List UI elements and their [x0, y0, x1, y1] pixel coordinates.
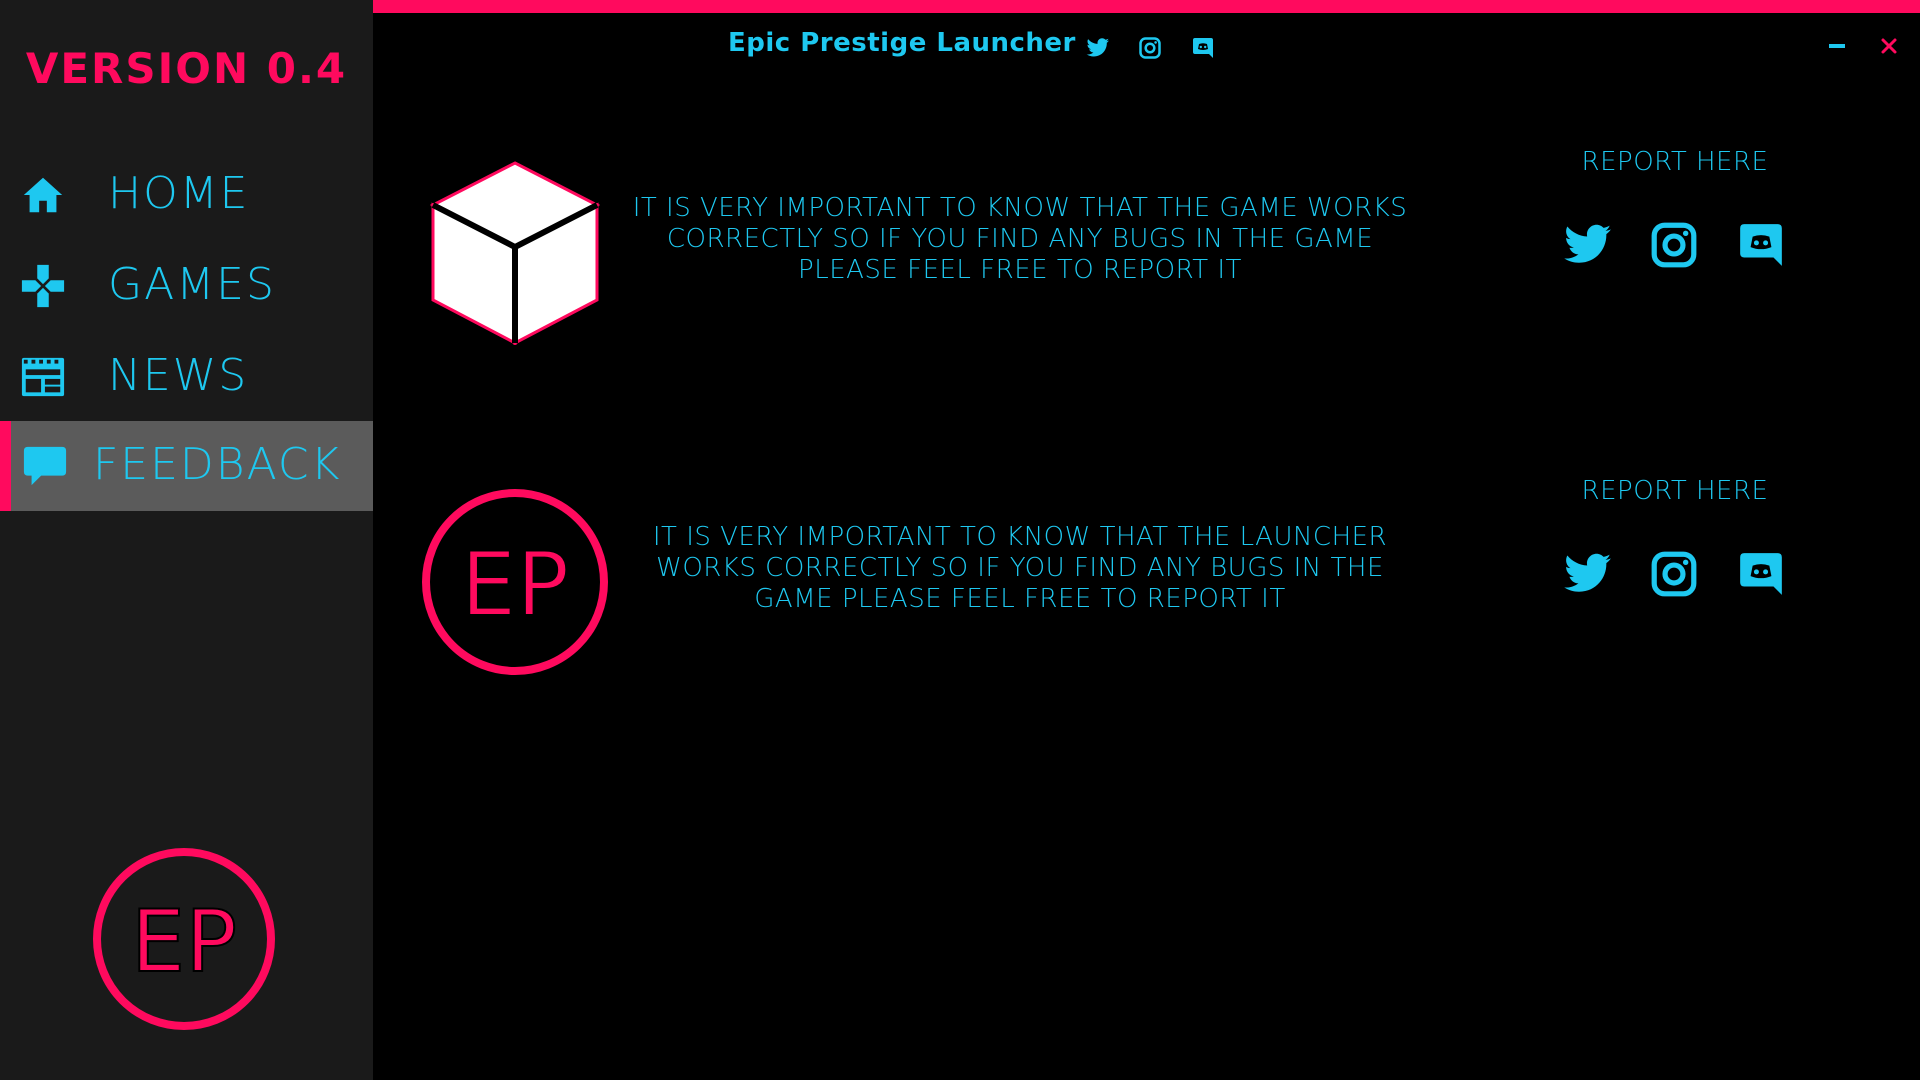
- top-accent-bar: [373, 0, 1920, 13]
- sidebar-item-feedback[interactable]: FEEDBACK: [0, 421, 373, 511]
- sidebar-item-label: GAMES: [108, 259, 276, 310]
- twitter-icon[interactable]: [1563, 220, 1613, 270]
- sidebar-item-home[interactable]: HOME: [0, 150, 373, 240]
- chat-bubble-icon: [23, 446, 67, 486]
- discord-icon[interactable]: [1191, 36, 1215, 60]
- sidebar: VERSION 0.4 HOME GAMES NEWS FEEDBACK EP: [0, 0, 373, 1080]
- svg-text:EP: EP: [131, 892, 237, 992]
- sidebar-item-label: NEWS: [108, 350, 249, 401]
- report-here-label: REPORT HERE: [1581, 147, 1769, 177]
- svg-text:EP: EP: [461, 533, 570, 636]
- feedback-game-text: IT IS VERY IMPORTANT TO KNOW THAT THE GA…: [632, 193, 1408, 285]
- active-indicator: [0, 421, 11, 511]
- discord-icon[interactable]: [1736, 549, 1786, 599]
- sidebar-item-news[interactable]: NEWS: [0, 332, 373, 422]
- minimize-icon[interactable]: [1823, 32, 1851, 60]
- discord-icon[interactable]: [1736, 220, 1786, 270]
- app-title: Epic Prestige Launcher: [728, 28, 1076, 58]
- sidebar-item-label: HOME: [108, 168, 250, 219]
- instagram-icon[interactable]: [1138, 36, 1162, 60]
- instagram-icon[interactable]: [1649, 220, 1699, 270]
- sidebar-item-label: FEEDBACK: [93, 439, 342, 490]
- version-label: VERSION 0.4: [25, 44, 348, 93]
- cube-icon: [430, 161, 600, 345]
- home-icon: [23, 177, 63, 213]
- gamepad-icon: [21, 264, 65, 308]
- ep-logo: EP: [93, 848, 275, 1030]
- feedback-launcher-text: IT IS VERY IMPORTANT TO KNOW THAT THE LA…: [652, 522, 1388, 614]
- sidebar-item-games[interactable]: GAMES: [0, 241, 373, 331]
- launcher-window: VERSION 0.4 HOME GAMES NEWS FEEDBACK EP …: [0, 0, 1920, 1080]
- close-icon[interactable]: [1875, 32, 1903, 60]
- ep-logo: EP: [422, 489, 608, 675]
- twitter-icon[interactable]: [1563, 549, 1613, 599]
- report-here-label: REPORT HERE: [1581, 476, 1769, 506]
- instagram-icon[interactable]: [1649, 549, 1699, 599]
- newspaper-icon: [21, 357, 65, 397]
- twitter-icon[interactable]: [1086, 36, 1110, 60]
